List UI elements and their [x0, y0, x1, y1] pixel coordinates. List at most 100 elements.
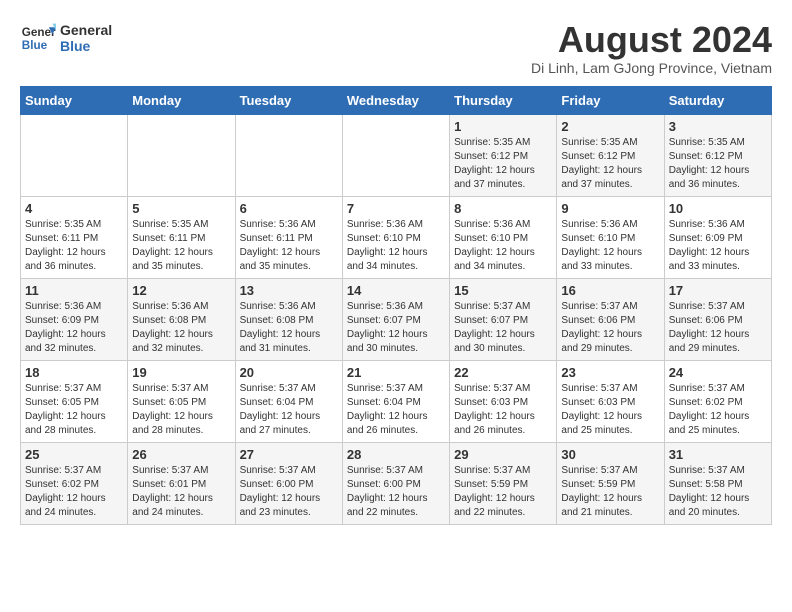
day-number: 31: [669, 447, 767, 462]
calendar-cell: 2 Sunrise: 5:35 AM Sunset: 6:12 PM Daylig…: [557, 114, 664, 196]
day-number: 18: [25, 365, 123, 380]
calendar-cell: 16 Sunrise: 5:37 AM Sunset: 6:06 PM Dayli…: [557, 278, 664, 360]
day-header-tuesday: Tuesday: [235, 86, 342, 114]
day-info: Sunrise: 5:35 AM Sunset: 6:11 PM Dayligh…: [132, 218, 230, 274]
day-info: Sunrise: 5:37 AM Sunset: 6:00 PM Dayligh…: [347, 464, 445, 520]
calendar-table: SundayMondayTuesdayWednesdayThursdayFrid…: [20, 86, 772, 525]
calendar-cell: 27 Sunrise: 5:37 AM Sunset: 6:00 PM Dayli…: [235, 442, 342, 524]
day-info: Sunrise: 5:37 AM Sunset: 6:02 PM Dayligh…: [669, 382, 767, 438]
calendar-cell: [21, 114, 128, 196]
day-info: Sunrise: 5:37 AM Sunset: 6:03 PM Dayligh…: [454, 382, 552, 438]
calendar-header: SundayMondayTuesdayWednesdayThursdayFrid…: [21, 86, 772, 114]
day-info: Sunrise: 5:37 AM Sunset: 6:04 PM Dayligh…: [347, 382, 445, 438]
day-number: 28: [347, 447, 445, 462]
day-info: Sunrise: 5:35 AM Sunset: 6:12 PM Dayligh…: [669, 136, 767, 192]
day-header-sunday: Sunday: [21, 86, 128, 114]
day-number: 29: [454, 447, 552, 462]
svg-text:Blue: Blue: [22, 39, 48, 52]
day-info: Sunrise: 5:37 AM Sunset: 6:03 PM Dayligh…: [561, 382, 659, 438]
day-info: Sunrise: 5:36 AM Sunset: 6:10 PM Dayligh…: [561, 218, 659, 274]
day-number: 15: [454, 283, 552, 298]
calendar-cell: 26 Sunrise: 5:37 AM Sunset: 6:01 PM Dayli…: [128, 442, 235, 524]
day-info: Sunrise: 5:36 AM Sunset: 6:09 PM Dayligh…: [25, 300, 123, 356]
day-number: 20: [240, 365, 338, 380]
day-number: 16: [561, 283, 659, 298]
day-info: Sunrise: 5:37 AM Sunset: 6:06 PM Dayligh…: [561, 300, 659, 356]
day-number: 14: [347, 283, 445, 298]
day-number: 22: [454, 365, 552, 380]
day-number: 13: [240, 283, 338, 298]
calendar-cell: 4 Sunrise: 5:35 AM Sunset: 6:11 PM Daylig…: [21, 196, 128, 278]
day-number: 24: [669, 365, 767, 380]
location-subtitle: Di Linh, Lam GJong Province, Vietnam: [531, 60, 772, 76]
calendar-cell: 8 Sunrise: 5:36 AM Sunset: 6:10 PM Daylig…: [450, 196, 557, 278]
day-info: Sunrise: 5:36 AM Sunset: 6:08 PM Dayligh…: [240, 300, 338, 356]
month-year-title: August 2024: [531, 20, 772, 60]
calendar-cell: 24 Sunrise: 5:37 AM Sunset: 6:02 PM Dayli…: [664, 360, 771, 442]
calendar-cell: 29Sunrise: 5:37 AM Sunset: 5:59 PM Dayli…: [450, 442, 557, 524]
calendar-cell: 28 Sunrise: 5:37 AM Sunset: 6:00 PM Dayli…: [342, 442, 449, 524]
day-number: 8: [454, 201, 552, 216]
calendar-cell: 18Sunrise: 5:37 AM Sunset: 6:05 PM Dayli…: [21, 360, 128, 442]
week-row-3: 11Sunrise: 5:36 AM Sunset: 6:09 PM Dayli…: [21, 278, 772, 360]
calendar-cell: 7Sunrise: 5:36 AM Sunset: 6:10 PM Daylig…: [342, 196, 449, 278]
day-info: Sunrise: 5:37 AM Sunset: 6:02 PM Dayligh…: [25, 464, 123, 520]
day-number: 26: [132, 447, 230, 462]
day-info: Sunrise: 5:37 AM Sunset: 6:07 PM Dayligh…: [454, 300, 552, 356]
day-number: 2: [561, 119, 659, 134]
day-number: 10: [669, 201, 767, 216]
calendar-cell: [235, 114, 342, 196]
page-header: General Blue General Blue August 2024 Di…: [20, 20, 772, 76]
calendar-cell: 17Sunrise: 5:37 AM Sunset: 6:06 PM Dayli…: [664, 278, 771, 360]
days-header-row: SundayMondayTuesdayWednesdayThursdayFrid…: [21, 86, 772, 114]
calendar-cell: 12 Sunrise: 5:36 AM Sunset: 6:08 PM Dayli…: [128, 278, 235, 360]
day-info: Sunrise: 5:36 AM Sunset: 6:10 PM Dayligh…: [347, 218, 445, 274]
day-number: 27: [240, 447, 338, 462]
logo: General Blue General Blue: [20, 20, 112, 56]
day-header-saturday: Saturday: [664, 86, 771, 114]
week-row-4: 18 Sunrise: 5:37 AM Sunset: 6:05 PM Dayli…: [21, 360, 772, 442]
day-header-wednesday: Wednesday: [342, 86, 449, 114]
logo-icon: General Blue: [20, 20, 56, 56]
day-info: Sunrise: 5:35 AM Sunset: 6:12 PM Dayligh…: [454, 136, 552, 192]
calendar-cell: [342, 114, 449, 196]
day-info: Sunrise: 5:36 AM Sunset: 6:09 PM Dayligh…: [669, 218, 767, 274]
calendar-cell: 14Sunrise: 5:36 AM Sunset: 6:07 PM Dayli…: [342, 278, 449, 360]
calendar-cell: 19 Sunrise: 5:37 AM Sunset: 6:05 PM Dayli…: [128, 360, 235, 442]
calendar-cell: 31 Sunrise: 5:37 AM Sunset: 5:58 PM Dayli…: [664, 442, 771, 524]
day-number: 30: [561, 447, 659, 462]
day-info: Sunrise: 5:36 AM Sunset: 6:08 PM Dayligh…: [132, 300, 230, 356]
calendar-cell: 22 Sunrise: 5:37 AM Sunset: 6:03 PM Dayli…: [450, 360, 557, 442]
day-info: Sunrise: 5:37 AM Sunset: 6:01 PM Dayligh…: [132, 464, 230, 520]
calendar-cell: 20 Sunrise: 5:37 AM Sunset: 6:04 PM Dayli…: [235, 360, 342, 442]
day-number: 9: [561, 201, 659, 216]
calendar-body: 1Sunrise: 5:35 AM Sunset: 6:12 PM Daylig…: [21, 114, 772, 524]
day-info: Sunrise: 5:37 AM Sunset: 6:04 PM Dayligh…: [240, 382, 338, 438]
day-number: 23: [561, 365, 659, 380]
day-number: 3: [669, 119, 767, 134]
day-number: 4: [25, 201, 123, 216]
calendar-cell: [128, 114, 235, 196]
day-info: Sunrise: 5:36 AM Sunset: 6:11 PM Dayligh…: [240, 218, 338, 274]
calendar-cell: 23 Sunrise: 5:37 AM Sunset: 6:03 PM Dayli…: [557, 360, 664, 442]
week-row-2: 4 Sunrise: 5:35 AM Sunset: 6:11 PM Daylig…: [21, 196, 772, 278]
week-row-5: 25Sunrise: 5:37 AM Sunset: 6:02 PM Dayli…: [21, 442, 772, 524]
calendar-cell: 25Sunrise: 5:37 AM Sunset: 6:02 PM Dayli…: [21, 442, 128, 524]
day-info: Sunrise: 5:37 AM Sunset: 6:00 PM Dayligh…: [240, 464, 338, 520]
day-info: Sunrise: 5:37 AM Sunset: 6:06 PM Dayligh…: [669, 300, 767, 356]
day-number: 12: [132, 283, 230, 298]
day-header-thursday: Thursday: [450, 86, 557, 114]
calendar-cell: 30Sunrise: 5:37 AM Sunset: 5:59 PM Dayli…: [557, 442, 664, 524]
calendar-cell: 11Sunrise: 5:36 AM Sunset: 6:09 PM Dayli…: [21, 278, 128, 360]
day-info: Sunrise: 5:37 AM Sunset: 6:05 PM Dayligh…: [132, 382, 230, 438]
day-number: 19: [132, 365, 230, 380]
calendar-cell: 1Sunrise: 5:35 AM Sunset: 6:12 PM Daylig…: [450, 114, 557, 196]
day-number: 5: [132, 201, 230, 216]
day-info: Sunrise: 5:35 AM Sunset: 6:11 PM Dayligh…: [25, 218, 123, 274]
day-info: Sunrise: 5:36 AM Sunset: 6:10 PM Dayligh…: [454, 218, 552, 274]
day-info: Sunrise: 5:35 AM Sunset: 6:12 PM Dayligh…: [561, 136, 659, 192]
day-info: Sunrise: 5:37 AM Sunset: 5:58 PM Dayligh…: [669, 464, 767, 520]
calendar-cell: 6Sunrise: 5:36 AM Sunset: 6:11 PM Daylig…: [235, 196, 342, 278]
calendar-cell: 15 Sunrise: 5:37 AM Sunset: 6:07 PM Dayli…: [450, 278, 557, 360]
logo-text: General Blue: [60, 22, 112, 54]
